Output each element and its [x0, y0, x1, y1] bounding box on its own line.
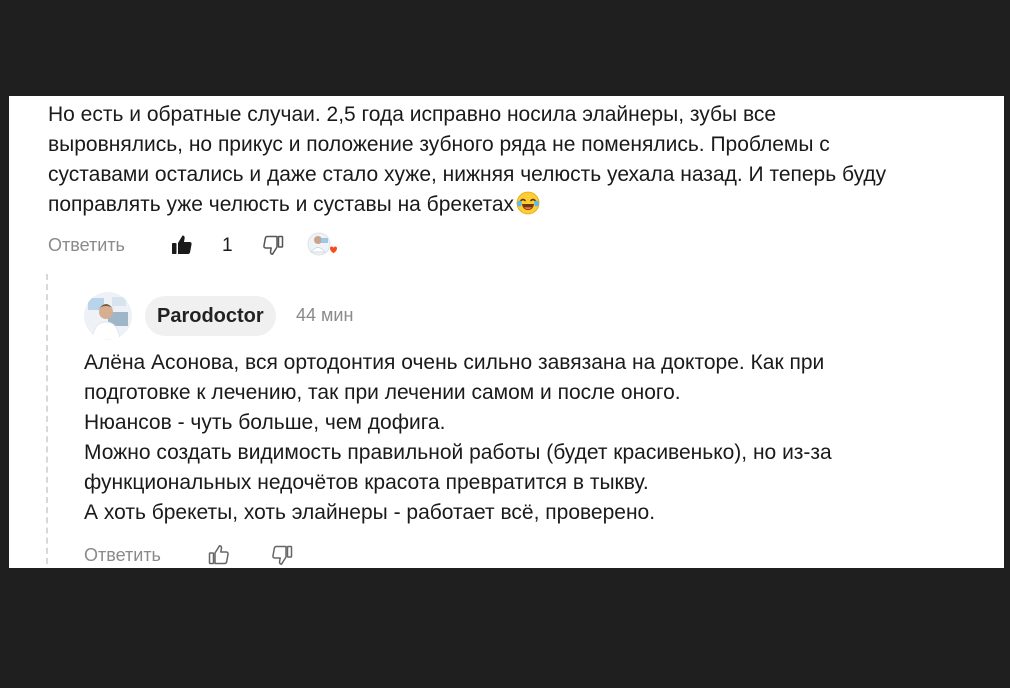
reply-line: подготовке к лечению, так при лечении са… — [84, 381, 681, 404]
reply-line: Нюансов - чуть больше, чем дофига. — [84, 411, 446, 434]
avatar[interactable] — [84, 292, 132, 340]
reply-button[interactable]: Ответить — [48, 235, 125, 256]
like-icon[interactable] — [206, 542, 232, 568]
reply-reply-button[interactable]: Ответить — [84, 545, 161, 566]
thread-line — [46, 274, 48, 568]
comment-line: поправлять уже челюсть и суставы на брек… — [48, 190, 993, 220]
reply-time: 44 мин — [296, 305, 354, 325]
author-name[interactable]: Parodoctor — [145, 296, 276, 336]
comment-line: суставами остались и даже стало хуже, ни… — [48, 163, 887, 186]
author-liked-badge — [306, 230, 338, 260]
reply-line: Алёна Асонова, вся ортодонтия очень силь… — [84, 351, 825, 374]
joy-emoji-icon — [516, 191, 540, 215]
dislike-icon[interactable] — [260, 232, 286, 258]
comment-body: Но есть и обратные случаи. 2,5 года испр… — [48, 100, 993, 220]
comments-panel: Но есть и обратные случаи. 2,5 года испр… — [9, 96, 1004, 568]
dislike-icon[interactable] — [269, 542, 295, 568]
like-count: 1 — [222, 235, 233, 256]
comment-line: Но есть и обратные случаи. 2,5 года испр… — [48, 103, 777, 126]
reply-line: функциональных недочётов красота преврат… — [84, 471, 649, 494]
comment-line-text: поправлять уже челюсть и суставы на брек… — [48, 193, 515, 216]
like-icon[interactable] — [169, 232, 195, 258]
reply-body: Алёна Асонова, вся ортодонтия очень силь… — [84, 348, 984, 528]
comment-line: выровнялись, но прикус и положение зубно… — [48, 133, 830, 156]
reply-line: А хоть брекеты, хоть элайнеры - работает… — [84, 501, 656, 524]
reply-line: Можно создать видимость правильной работ… — [84, 441, 832, 464]
